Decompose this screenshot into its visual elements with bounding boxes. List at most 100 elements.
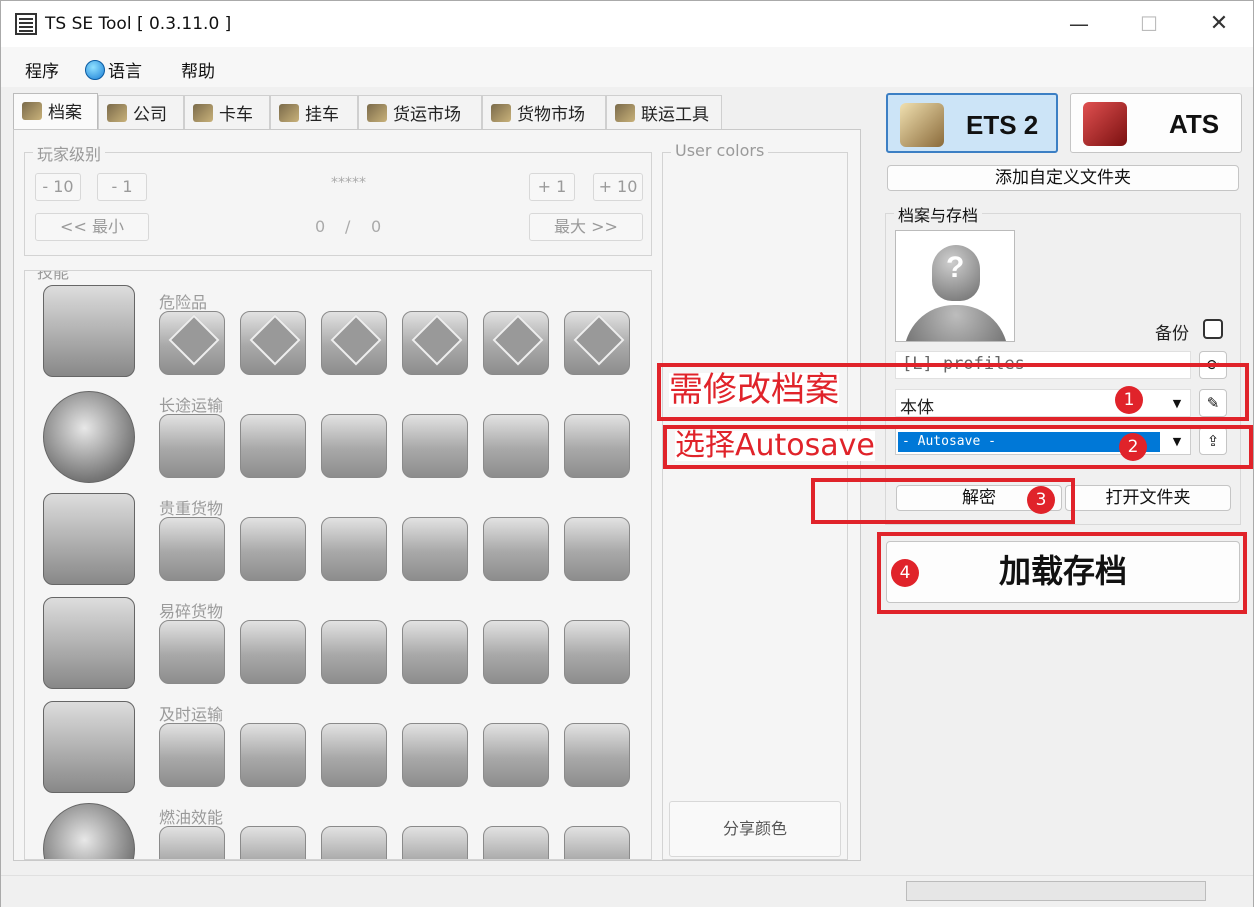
annotation-number-4: 4 bbox=[891, 559, 919, 587]
just-in-time-skill-icon bbox=[43, 701, 135, 793]
skill-level-button[interactable] bbox=[159, 517, 225, 581]
progress-bar bbox=[906, 881, 1206, 901]
tab-trailer[interactable]: 挂车 bbox=[270, 95, 358, 129]
ets2-truck-icon bbox=[900, 103, 944, 147]
skill-level-button[interactable] bbox=[483, 620, 549, 684]
skill-level-button[interactable] bbox=[564, 620, 630, 684]
maximize-button[interactable]: ☐ bbox=[1127, 9, 1171, 39]
tab-company[interactable]: 公司 bbox=[98, 95, 184, 129]
convoy-tools-icon bbox=[615, 104, 635, 122]
skill-level-button[interactable] bbox=[159, 826, 225, 859]
close-button[interactable]: ✕ bbox=[1197, 9, 1241, 39]
level-plus1-button[interactable]: + 1 bbox=[529, 173, 575, 201]
skill-level-button[interactable] bbox=[483, 723, 549, 787]
skill-name-just-in-time: 及时运输 bbox=[159, 705, 224, 724]
player-level-label: 玩家级别 bbox=[33, 141, 106, 165]
annotation-number-3: 3 bbox=[1027, 486, 1055, 514]
menu-help[interactable]: 帮助 bbox=[181, 57, 215, 82]
skill-level-button[interactable] bbox=[321, 620, 387, 684]
truck-icon bbox=[193, 104, 213, 122]
skill-level-button[interactable] bbox=[564, 414, 630, 478]
fragile-cargo-skill-icon bbox=[43, 597, 135, 689]
skill-level-button[interactable] bbox=[483, 414, 549, 478]
title-bar: TS SE Tool [ 0.3.11.0 ] — ☐ ✕ bbox=[1, 1, 1253, 47]
annotation-label-1: 需修改档案 bbox=[669, 370, 839, 410]
skill-level-button[interactable] bbox=[564, 311, 630, 375]
share-colors-button[interactable]: 分享颜色 bbox=[669, 801, 841, 857]
skill-level-button[interactable] bbox=[402, 517, 468, 581]
skills-group: 技能 危险品 长途运输 贵重货物 易碎货物 及时运输 燃油效能 bbox=[24, 270, 652, 860]
skill-level-button[interactable] bbox=[321, 723, 387, 787]
tab-profile[interactable]: 档案 bbox=[13, 93, 98, 129]
level-minus10-button[interactable]: - 10 bbox=[35, 173, 81, 201]
profile-save-label: 档案与存档 bbox=[894, 202, 983, 226]
annotation-number-2: 2 bbox=[1119, 433, 1147, 461]
skill-level-button[interactable] bbox=[159, 723, 225, 787]
window-title: TS SE Tool [ 0.3.11.0 ] bbox=[45, 14, 232, 34]
skill-level-button[interactable] bbox=[564, 826, 630, 859]
skill-level-button[interactable] bbox=[321, 517, 387, 581]
menu-program[interactable]: 程序 bbox=[25, 57, 59, 82]
ets2-button[interactable]: ETS 2 bbox=[886, 93, 1058, 153]
skill-level-button[interactable] bbox=[564, 723, 630, 787]
add-custom-folder-button[interactable]: 添加自定义文件夹 bbox=[887, 165, 1239, 191]
level-minus1-button[interactable]: - 1 bbox=[97, 173, 147, 201]
skill-level-button[interactable] bbox=[402, 620, 468, 684]
annotation-box-4 bbox=[877, 532, 1247, 614]
tab-freight-market[interactable]: 货运市场 bbox=[358, 95, 482, 129]
ats-truck-icon bbox=[1083, 102, 1127, 146]
open-folder-button[interactable]: 打开文件夹 bbox=[1065, 485, 1231, 511]
skill-level-button[interactable] bbox=[402, 414, 468, 478]
level-value: 0 bbox=[315, 217, 326, 236]
skill-level-button[interactable] bbox=[240, 620, 306, 684]
user-colors-label: User colors bbox=[671, 141, 769, 160]
globe-icon bbox=[85, 60, 105, 80]
skill-level-button[interactable] bbox=[402, 723, 468, 787]
skill-level-button[interactable] bbox=[402, 311, 468, 375]
long-distance-skill-icon bbox=[43, 391, 135, 483]
tab-truck[interactable]: 卡车 bbox=[184, 95, 270, 129]
skill-level-button[interactable] bbox=[483, 311, 549, 375]
skill-level-button[interactable] bbox=[159, 311, 225, 375]
tab-convoy-tools[interactable]: 联运工具 bbox=[606, 95, 722, 129]
company-icon bbox=[107, 104, 127, 122]
skill-level-button[interactable] bbox=[321, 311, 387, 375]
valuable-cargo-skill-icon bbox=[43, 493, 135, 585]
hazardous-skill-icon bbox=[43, 285, 135, 377]
menu-bar: 程序 语言 帮助 bbox=[1, 47, 1253, 87]
skill-level-button[interactable] bbox=[321, 826, 387, 859]
skill-level-button[interactable] bbox=[159, 620, 225, 684]
skill-level-button[interactable] bbox=[240, 723, 306, 787]
skill-level-button[interactable] bbox=[564, 517, 630, 581]
skill-level-button[interactable] bbox=[240, 517, 306, 581]
skill-name-hazardous: 危险品 bbox=[159, 293, 208, 312]
skill-level-button[interactable] bbox=[240, 826, 306, 859]
skill-name-fuel-economy: 燃油效能 bbox=[159, 808, 224, 827]
level-min-button[interactable]: << 最小 bbox=[35, 213, 149, 241]
ats-button[interactable]: ATS bbox=[1070, 93, 1242, 153]
annotation-number-1: 1 bbox=[1115, 386, 1143, 414]
level-separator: / bbox=[345, 217, 351, 236]
fuel-economy-skill-icon bbox=[43, 803, 135, 859]
level-plus10-button[interactable]: + 10 bbox=[593, 173, 643, 201]
skill-name-valuable: 贵重货物 bbox=[159, 499, 224, 518]
skill-level-button[interactable] bbox=[321, 414, 387, 478]
freight-market-icon bbox=[367, 104, 387, 122]
menu-language[interactable]: 语言 bbox=[85, 57, 142, 82]
skill-level-button[interactable] bbox=[240, 311, 306, 375]
level-max-value: 0 bbox=[371, 217, 382, 236]
skill-level-button[interactable] bbox=[402, 826, 468, 859]
skill-level-button[interactable] bbox=[159, 414, 225, 478]
tab-cargo-market[interactable]: 货物市场 bbox=[482, 95, 606, 129]
backup-checkbox[interactable] bbox=[1203, 319, 1223, 339]
skill-name-fragile: 易碎货物 bbox=[159, 602, 224, 621]
profile-tab-panel: 玩家级别 - 10 - 1 ***** + 1 + 10 << 最小 0 / 0… bbox=[13, 129, 861, 861]
skill-level-button[interactable] bbox=[483, 517, 549, 581]
level-stars: ***** bbox=[331, 175, 366, 191]
level-max-button[interactable]: 最大 >> bbox=[529, 213, 643, 241]
backup-label: 备份 bbox=[1155, 324, 1189, 344]
minimize-button[interactable]: — bbox=[1057, 9, 1101, 39]
skill-level-button[interactable] bbox=[483, 826, 549, 859]
skill-level-button[interactable] bbox=[240, 414, 306, 478]
profile-avatar: ? bbox=[895, 230, 1015, 342]
